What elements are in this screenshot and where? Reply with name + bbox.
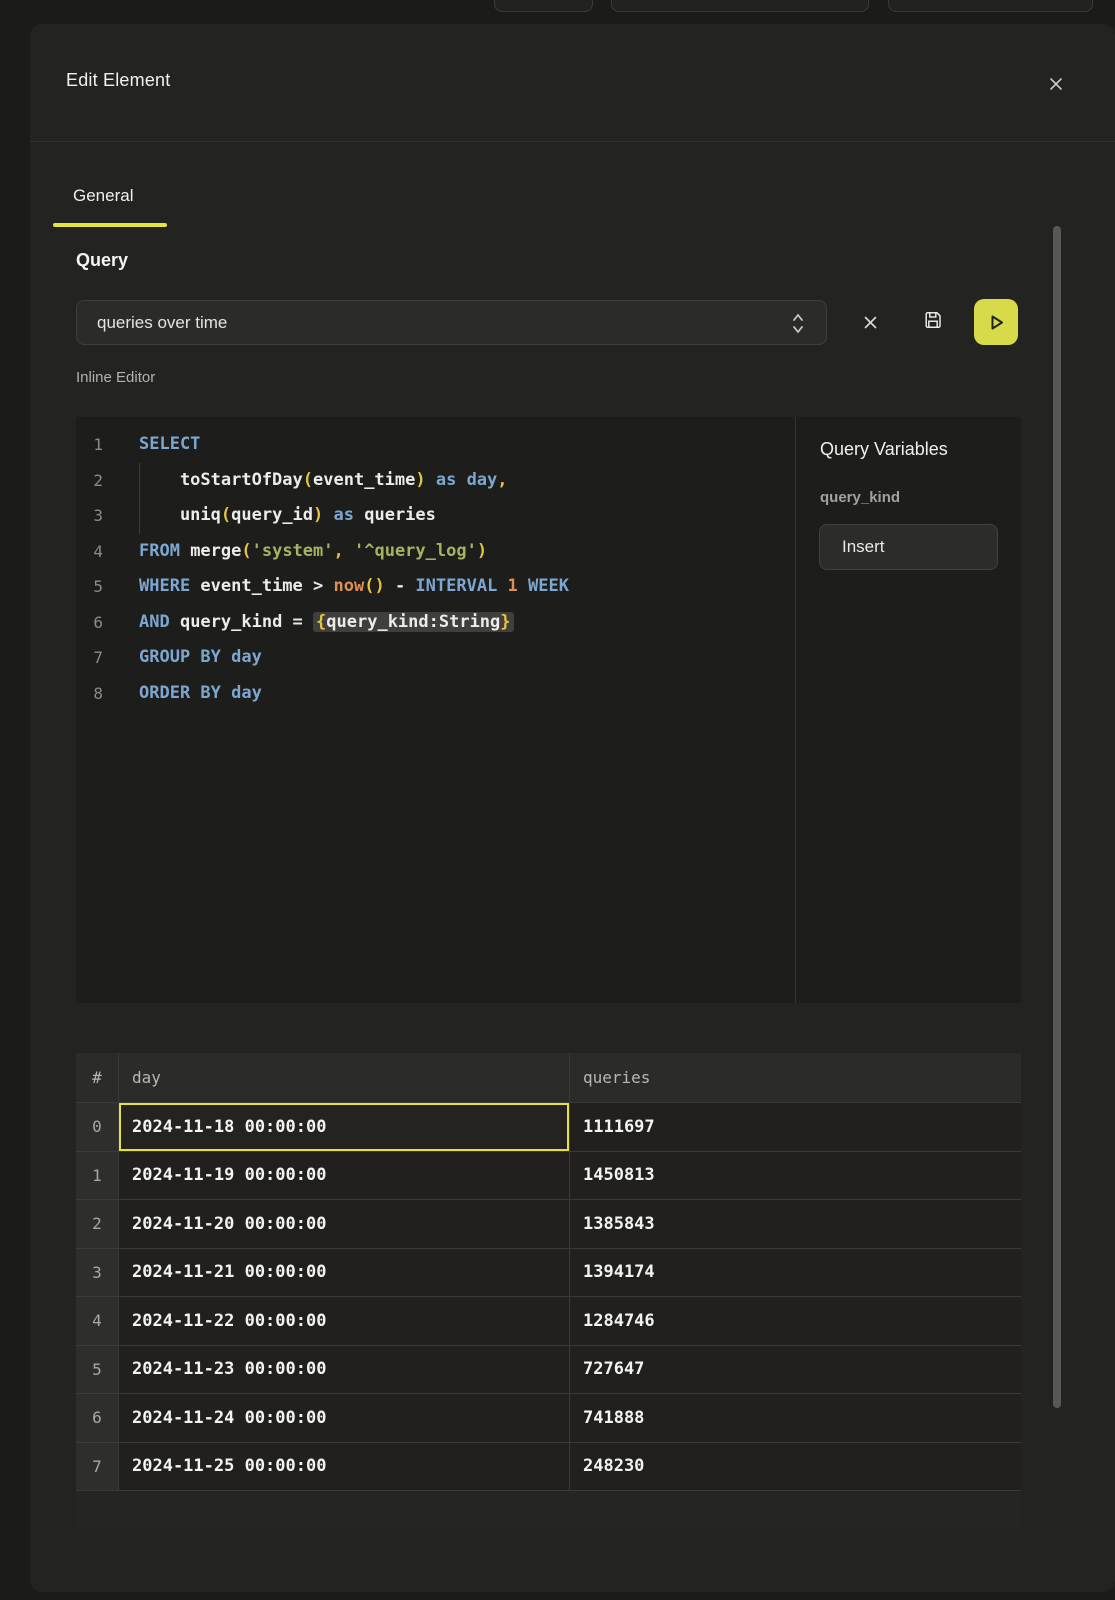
row-index-cell: 3 [76, 1249, 119, 1297]
modal-title: Edit Element [66, 70, 170, 91]
line-number: 2 [76, 463, 139, 499]
query-variables-heading: Query Variables [820, 439, 948, 460]
table-row: 42024-11-22 00:00:001284746 [76, 1296, 1021, 1345]
code-text: toStartOfDay(event_time) as day, [139, 463, 508, 499]
row-index-cell: 4 [76, 1297, 119, 1345]
table-row: 62024-11-24 00:00:00741888 [76, 1393, 1021, 1442]
table-row: 22024-11-20 00:00:001385843 [76, 1199, 1021, 1248]
column-header-day: day [119, 1053, 570, 1102]
code-line-8[interactable]: 8ORDER BY day [76, 676, 1021, 712]
sql-editor[interactable]: 1SELECT2 toStartOfDay(event_time) as day… [76, 417, 1021, 1003]
row-index-cell: 0 [76, 1103, 119, 1151]
line-number: 8 [76, 676, 139, 712]
query-select-value: queries over time [77, 313, 227, 333]
queries-cell[interactable]: 1284746 [570, 1297, 1021, 1345]
queries-cell[interactable]: 248230 [570, 1443, 1021, 1491]
variable-name-label: query_kind [820, 489, 900, 506]
save-floppy-icon [923, 310, 943, 330]
header-divider [30, 141, 1115, 142]
day-cell[interactable]: 2024-11-21 00:00:00 [119, 1249, 570, 1297]
line-number: 4 [76, 534, 139, 570]
table-footer-strip [76, 1490, 1021, 1528]
queries-cell[interactable]: 1450813 [570, 1152, 1021, 1200]
queries-cell[interactable]: 1111697 [570, 1103, 1021, 1151]
clear-query-button[interactable] [858, 310, 882, 334]
queries-cell[interactable]: 1385843 [570, 1200, 1021, 1248]
queries-cell[interactable]: 1394174 [570, 1249, 1021, 1297]
code-text: WHERE event_time > now() - INTERVAL 1 WE… [139, 569, 569, 605]
day-cell[interactable]: 2024-11-23 00:00:00 [119, 1346, 570, 1394]
code-line-6[interactable]: 6AND query_kind = {query_kind:String} [76, 605, 1021, 641]
insert-variable-button[interactable]: Insert [819, 524, 998, 570]
day-cell[interactable]: 2024-11-20 00:00:00 [119, 1200, 570, 1248]
tab-general-label: General [73, 186, 133, 205]
code-line-7[interactable]: 7GROUP BY day [76, 640, 1021, 676]
column-header-index: # [76, 1053, 119, 1102]
indent-guide [139, 463, 140, 534]
clear-x-icon [863, 315, 878, 330]
app-background: Edit Element General Query queries over … [0, 0, 1115, 1600]
row-index-cell: 2 [76, 1200, 119, 1248]
line-number: 7 [76, 640, 139, 676]
run-query-button[interactable] [974, 299, 1018, 345]
row-index-cell: 5 [76, 1346, 119, 1394]
row-index-cell: 1 [76, 1152, 119, 1200]
row-index-cell: 6 [76, 1394, 119, 1442]
line-number: 1 [76, 427, 139, 463]
code-text: ORDER BY day [139, 676, 262, 712]
day-cell[interactable]: 2024-11-24 00:00:00 [119, 1394, 570, 1442]
save-query-button[interactable] [921, 308, 945, 332]
column-header-queries: queries [570, 1053, 1021, 1102]
code-text: FROM merge('system', '^query_log') [139, 534, 487, 570]
table-header-row: #dayqueries [76, 1053, 1021, 1102]
edit-element-modal: Edit Element General Query queries over … [30, 24, 1115, 1592]
inline-editor-label: Inline Editor [76, 369, 155, 386]
line-number: 3 [76, 498, 139, 534]
editor-panel-divider [795, 417, 796, 1003]
code-text: uniq(query_id) as queries [139, 498, 436, 534]
code-text: AND query_kind = {query_kind:String} [139, 605, 514, 641]
query-section-heading: Query [76, 250, 128, 271]
query-select[interactable]: queries over time [76, 300, 827, 345]
close-icon [1049, 77, 1063, 91]
code-text: GROUP BY day [139, 640, 262, 676]
day-cell[interactable]: 2024-11-25 00:00:00 [119, 1443, 570, 1491]
background-toolbar-button-1[interactable] [494, 0, 593, 12]
line-number: 5 [76, 569, 139, 605]
table-row: 02024-11-18 00:00:001111697 [76, 1102, 1021, 1151]
close-button[interactable] [1044, 72, 1068, 96]
table-row: 52024-11-23 00:00:00727647 [76, 1345, 1021, 1394]
table-row: 72024-11-25 00:00:00248230 [76, 1442, 1021, 1491]
queries-cell[interactable]: 741888 [570, 1394, 1021, 1442]
play-icon [987, 313, 1006, 332]
chevron-updown-icon [792, 310, 804, 342]
results-table: #dayqueries 02024-11-18 00:00:0011116971… [76, 1053, 1021, 1528]
day-cell[interactable]: 2024-11-22 00:00:00 [119, 1297, 570, 1345]
day-cell[interactable]: 2024-11-19 00:00:00 [119, 1152, 570, 1200]
line-number: 6 [76, 605, 139, 641]
code-text: SELECT [139, 427, 200, 463]
background-toolbar-button-3[interactable] [888, 0, 1093, 12]
table-row: 32024-11-21 00:00:001394174 [76, 1248, 1021, 1297]
modal-scrollbar-thumb[interactable] [1053, 226, 1061, 1408]
day-cell-selected[interactable]: 2024-11-18 00:00:00 [119, 1103, 570, 1151]
table-row: 12024-11-19 00:00:001450813 [76, 1151, 1021, 1200]
code-line-5[interactable]: 5WHERE event_time > now() - INTERVAL 1 W… [76, 569, 1021, 605]
row-index-cell: 7 [76, 1443, 119, 1491]
background-toolbar-button-2[interactable] [611, 0, 869, 12]
tab-general[interactable]: General [73, 186, 133, 206]
active-tab-indicator [53, 223, 167, 227]
queries-cell[interactable]: 727647 [570, 1346, 1021, 1394]
